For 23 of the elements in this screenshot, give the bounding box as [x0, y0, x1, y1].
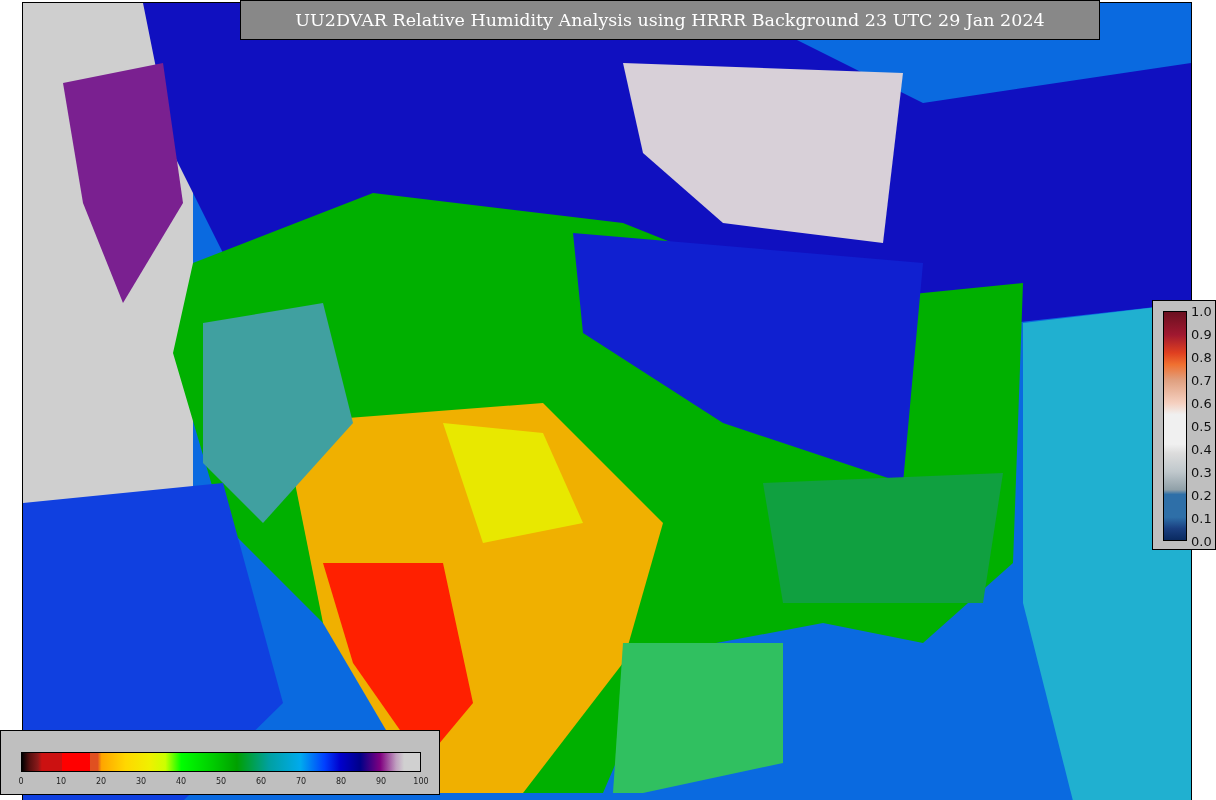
- colorbar-tick-label: 1.0: [1191, 303, 1212, 319]
- chart-title: UU2DVAR Relative Humidity Analysis using HRRR Background 23 UTC 29 Jan 2024: [240, 0, 1100, 40]
- colorbar-tick-label: 60: [255, 777, 267, 786]
- colorbar-tick-label: 70: [295, 777, 307, 786]
- colorbar-tick-label: 0.1: [1191, 510, 1212, 526]
- colorbar-tick-label: 0.9: [1191, 326, 1212, 342]
- colorbar-tick-label: 0.6: [1191, 395, 1212, 411]
- colorbar-tick-label: 100: [413, 777, 429, 786]
- colorbar-tick-label: 0.5: [1191, 418, 1212, 434]
- colorbar-tick-label: 0.8: [1191, 349, 1212, 365]
- colorbar-tick-label: 0.4: [1191, 441, 1212, 457]
- colorbar-tick-label: 80: [335, 777, 347, 786]
- colorbar-tick-label: 20: [95, 777, 107, 786]
- colorbar-tick-label: 50: [215, 777, 227, 786]
- colorbar-tick-label: 40: [175, 777, 187, 786]
- colorbar-tick-label: 0: [18, 777, 24, 786]
- colorbar-tick-label: 0.3: [1191, 464, 1212, 480]
- colorbar-tick-label: 0.2: [1191, 487, 1212, 503]
- colorbar-tick-label: 90: [375, 777, 387, 786]
- colorbar-tick-label: 0.0: [1191, 533, 1212, 549]
- colorbar-tick-label: 10: [55, 777, 67, 786]
- colorbar-tick-label: 30: [135, 777, 147, 786]
- colorbar-tick-label: 0.7: [1191, 372, 1212, 388]
